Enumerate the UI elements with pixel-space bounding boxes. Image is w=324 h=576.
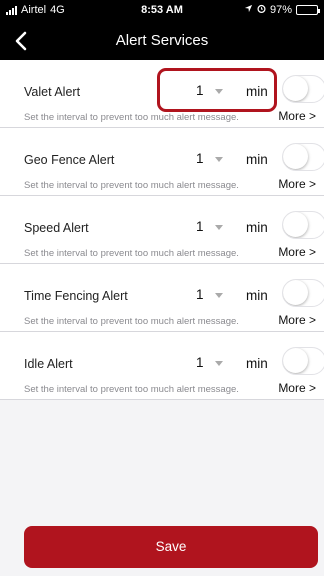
toggle-knob <box>283 212 308 237</box>
interval-unit: min <box>246 288 268 303</box>
interval-select[interactable]: 1 <box>176 212 234 242</box>
dropdown-arrow-icon <box>215 293 223 298</box>
alert-description: Set the interval to prevent too much ale… <box>24 112 239 123</box>
alert-title: Idle Alert <box>24 357 73 371</box>
toggle-knob <box>283 348 308 373</box>
toggle-knob <box>283 280 308 305</box>
more-link[interactable]: More > <box>278 381 316 395</box>
alert-toggle[interactable] <box>282 347 324 375</box>
alert-toggle[interactable] <box>282 279 324 307</box>
alert-title: Geo Fence Alert <box>24 153 115 167</box>
interval-unit: min <box>246 356 268 371</box>
alert-description: Set the interval to prevent too much ale… <box>24 248 239 259</box>
more-link[interactable]: More > <box>278 177 316 191</box>
alert-row-geo-fence: Geo Fence Alert 1 min Set the interval t… <box>0 128 324 196</box>
toggle-knob <box>283 76 308 101</box>
interval-value: 1 <box>196 287 204 302</box>
alert-toggle[interactable] <box>282 75 324 103</box>
toggle-knob <box>283 144 308 169</box>
dropdown-arrow-icon <box>215 157 223 162</box>
nav-bar: Alert Services <box>0 22 324 60</box>
alert-row-idle: Idle Alert 1 min Set the interval to pre… <box>0 332 324 400</box>
alert-toggle[interactable] <box>282 211 324 239</box>
alert-title: Valet Alert <box>24 85 81 99</box>
alert-row-valet: Valet Alert 1 min Set the interval to pr… <box>0 60 324 128</box>
status-bar-right: 97% <box>244 4 320 16</box>
alert-title: Speed Alert <box>24 221 89 235</box>
interval-unit: min <box>246 84 268 99</box>
more-link[interactable]: More > <box>278 313 316 327</box>
more-link[interactable]: More > <box>278 245 316 259</box>
dropdown-arrow-icon <box>215 225 223 230</box>
interval-value: 1 <box>196 355 204 370</box>
battery-percent: 97% <box>269 4 292 16</box>
alert-row-speed: Speed Alert 1 min Set the interval to pr… <box>0 196 324 264</box>
interval-value: 1 <box>196 219 204 234</box>
interval-value: 1 <box>196 151 204 166</box>
alert-description: Set the interval to prevent too much ale… <box>24 384 239 395</box>
location-icon <box>244 4 253 16</box>
more-link[interactable]: More > <box>278 109 316 123</box>
alert-description: Set the interval to prevent too much ale… <box>24 180 239 191</box>
interval-select[interactable]: 1 <box>176 348 234 378</box>
interval-unit: min <box>246 152 268 167</box>
alarm-icon <box>257 4 266 16</box>
alert-toggle[interactable] <box>282 143 324 171</box>
interval-select[interactable]: 1 <box>176 144 234 174</box>
interval-select[interactable]: 1 <box>176 280 234 310</box>
dropdown-arrow-icon <box>215 89 223 94</box>
page-title: Alert Services <box>115 32 209 49</box>
interval-value: 1 <box>196 83 204 98</box>
alert-row-time-fencing: Time Fencing Alert 1 min Set the interva… <box>0 264 324 332</box>
alert-description: Set the interval to prevent too much ale… <box>24 316 239 327</box>
interval-select[interactable]: 1 <box>176 76 234 106</box>
battery-icon <box>296 5 320 15</box>
interval-unit: min <box>246 220 268 235</box>
status-bar: Airtel 4G 8:53 AM 97% <box>0 0 324 22</box>
alert-title: Time Fencing Alert <box>24 289 128 303</box>
save-button[interactable]: Save <box>24 526 318 568</box>
dropdown-arrow-icon <box>215 361 223 366</box>
